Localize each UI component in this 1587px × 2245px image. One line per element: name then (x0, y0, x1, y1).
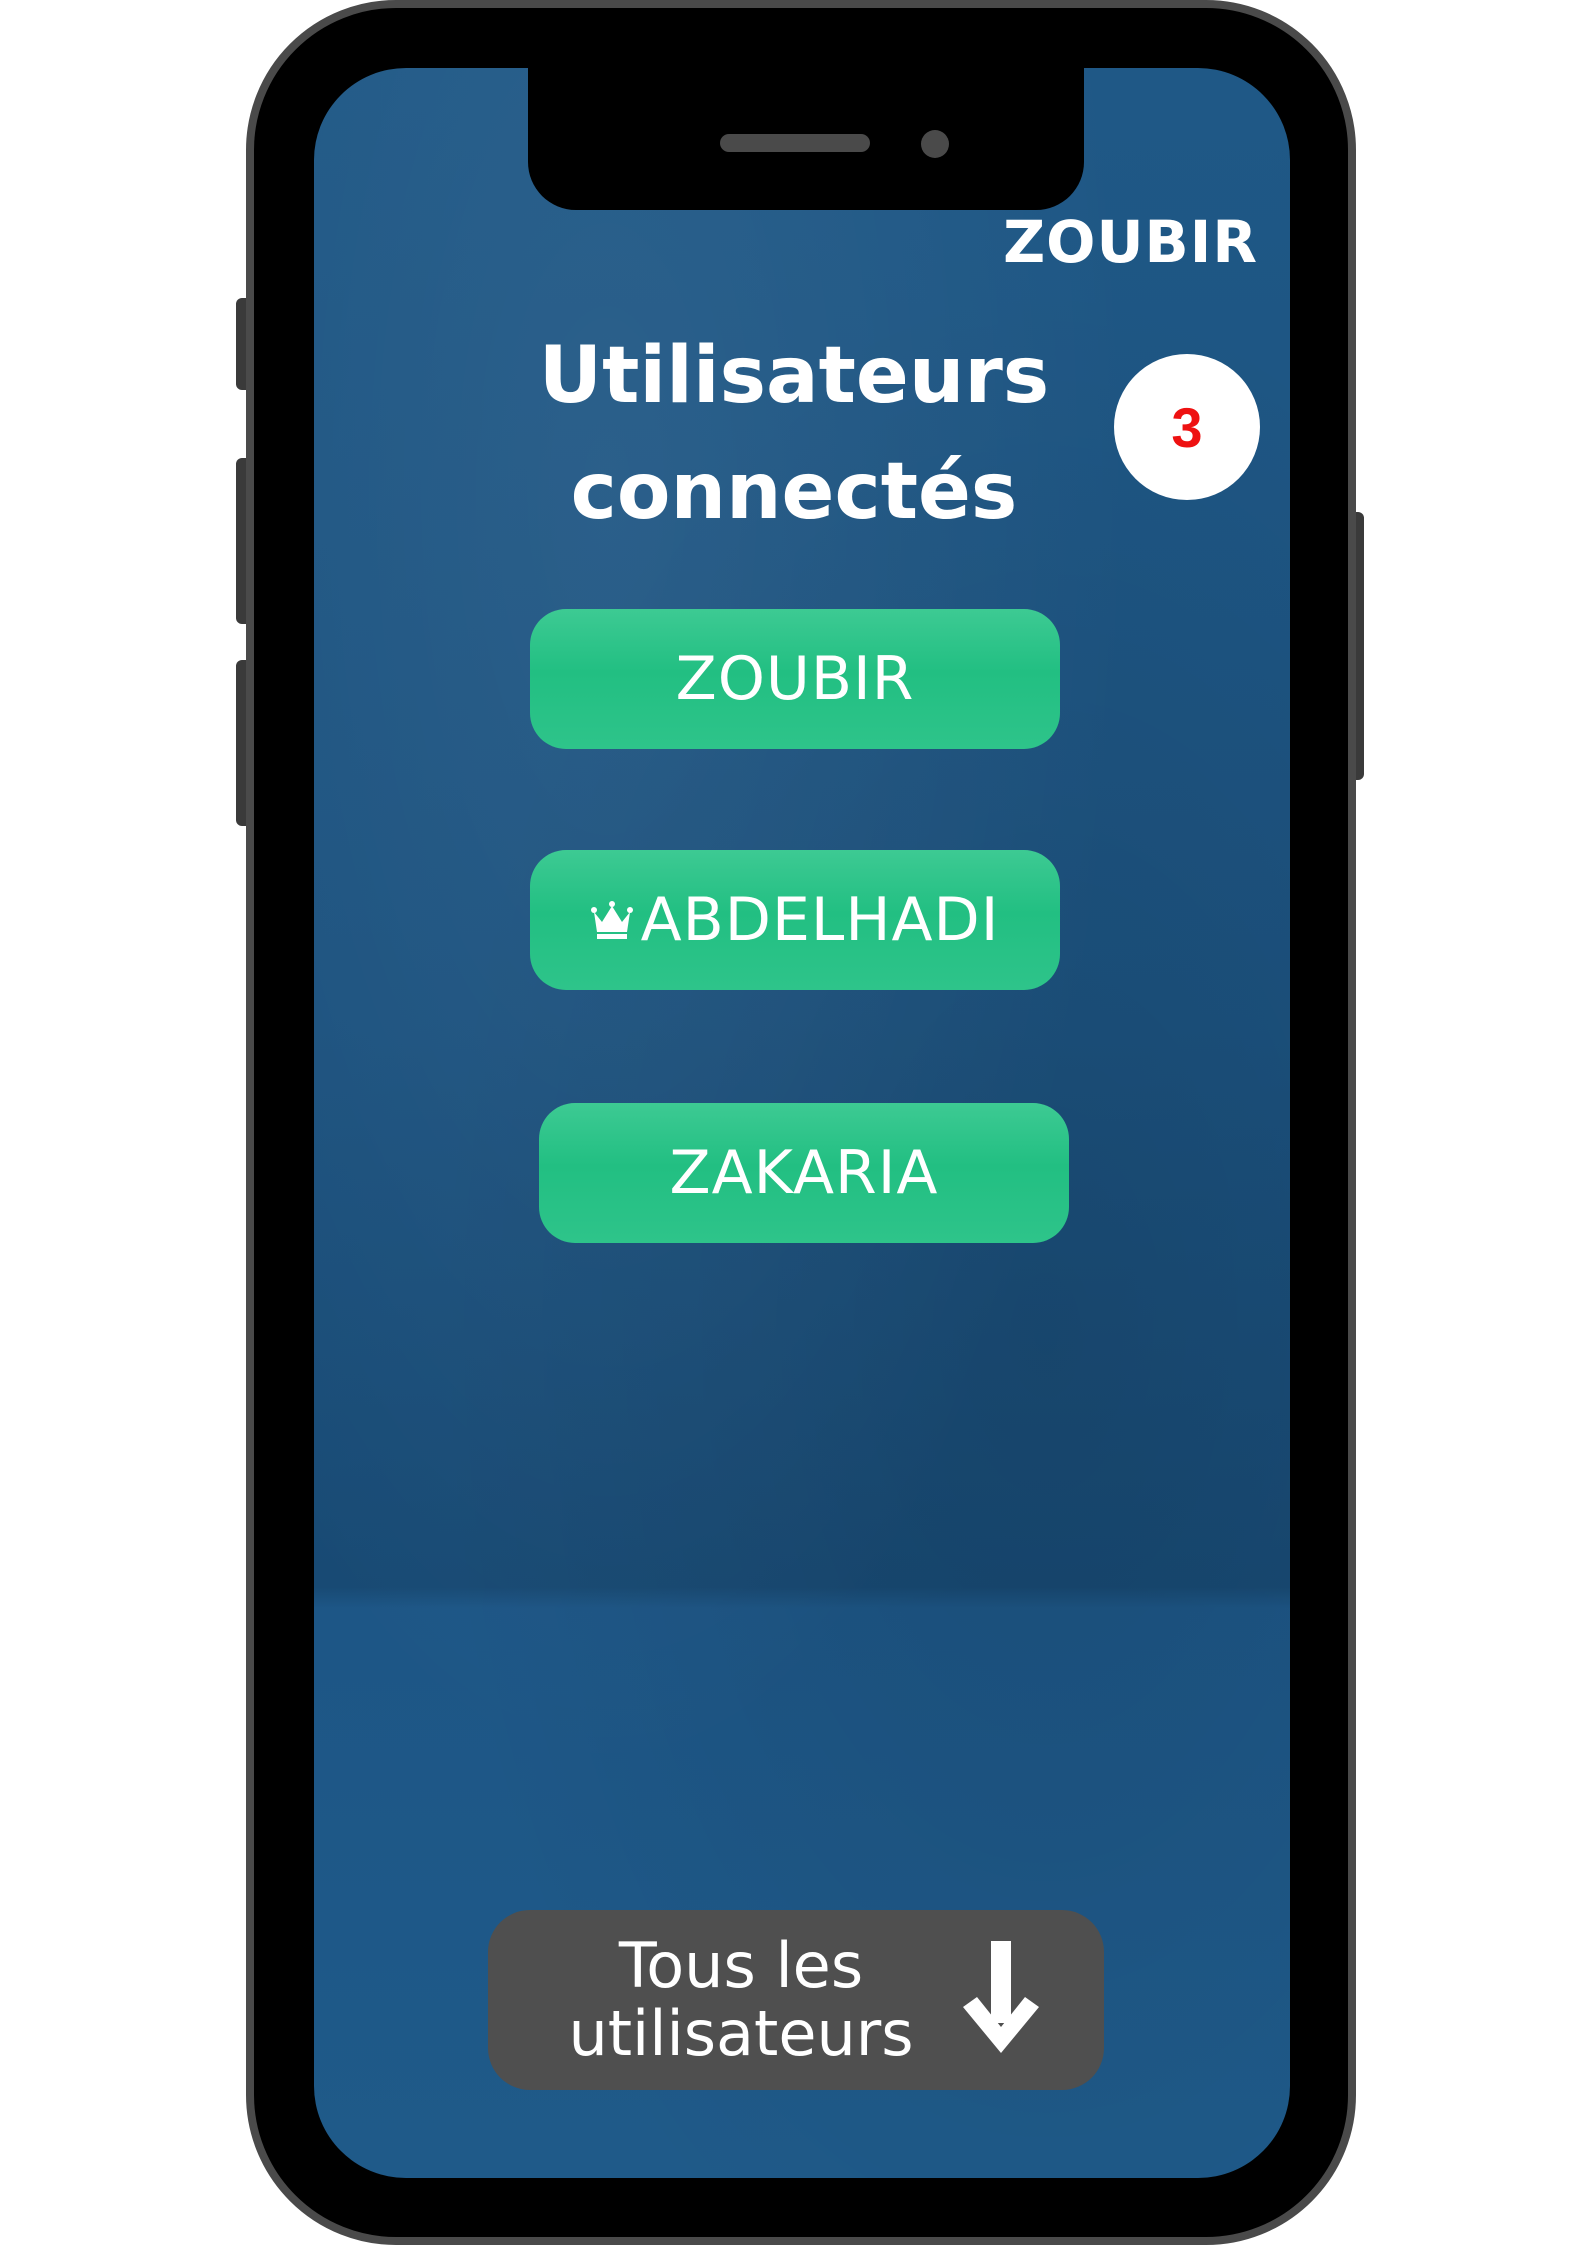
user-button-zakaria[interactable]: ZAKARIA (539, 1103, 1069, 1243)
page-title-line1: Utilisateurs (538, 331, 1050, 421)
current-username: ZOUBIR (1003, 208, 1258, 276)
arrow-down-icon (961, 1941, 1041, 2059)
all-users-label-line2: utilisateurs (568, 1997, 914, 2070)
user-button-abdelhadi[interactable]: ABDELHADI (530, 850, 1060, 990)
user-button-label: ZOUBIR (675, 644, 915, 714)
page: ZOUBIR Utilisateurs connectés 3 ZOUBIR A… (0, 0, 1587, 2245)
user-button-label: ABDELHADI (640, 885, 1000, 955)
connected-count-badge: 3 (1114, 354, 1260, 500)
all-users-label: Tous les utilisateurs (551, 1932, 931, 2068)
crown-icon (590, 900, 633, 940)
user-button-label: ZAKARIA (669, 1138, 939, 1208)
speaker-grille (720, 134, 870, 152)
notch (528, 68, 1084, 210)
page-title: Utilisateurs connectés (534, 318, 1054, 550)
phone-screen: ZOUBIR Utilisateurs connectés 3 ZOUBIR A… (314, 68, 1290, 2178)
page-title-line2: connectés (570, 447, 1018, 537)
all-users-label-line1: Tous les (618, 1929, 864, 2002)
user-button-zoubir[interactable]: ZOUBIR (530, 609, 1060, 749)
front-camera (921, 130, 949, 158)
all-users-button[interactable]: Tous les utilisateurs (488, 1910, 1104, 2090)
